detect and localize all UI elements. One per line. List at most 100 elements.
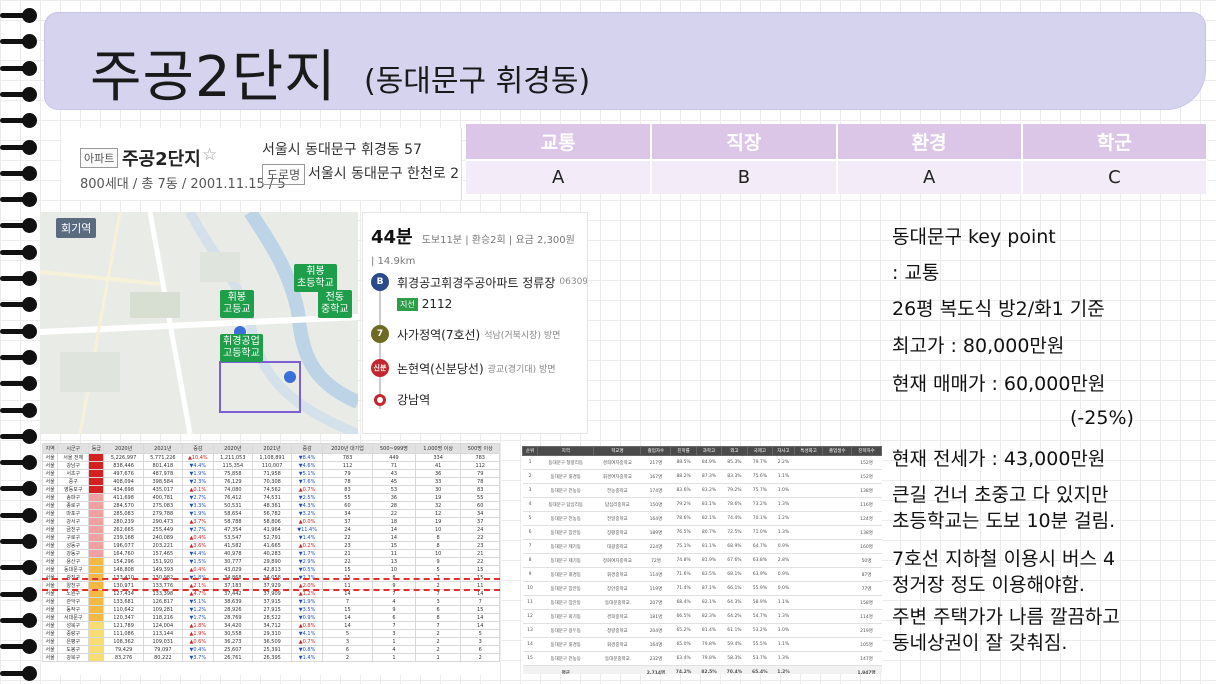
district-employment-table: 지역 시군구 등급 2020년 2021년 증감 2020년 2021년 증감 2020년 대기업… (42, 443, 500, 675)
table-cell: 497,676 (103, 469, 144, 478)
favorite-star-icon[interactable]: ☆ (202, 145, 217, 165)
table-cell: 41,665 (251, 541, 293, 550)
grade-value-work: B (651, 159, 838, 194)
table-cell: 116명 (851, 497, 882, 512)
table-cell: 24 (460, 525, 500, 534)
area-map[interactable]: 회기역 휘봉 초등학교 휘봉 고등교 전동 중학교 휘경공업 고등학교 (40, 212, 358, 434)
table-cell: 30 (414, 485, 462, 494)
table-cell: 관악구 (57, 597, 90, 606)
table-cell: 동대문중학교 (593, 651, 641, 666)
table-cell: 강서구 (57, 517, 90, 526)
table-cell: 0.9% (772, 539, 795, 554)
table-cell: 279,788 (142, 509, 183, 518)
table-cell: 72명 (640, 553, 671, 568)
table-cell (88, 557, 105, 566)
table-cell: 43 (372, 469, 416, 478)
route-step: 신분 논현역(신분당선) 광교(경기대) 방면 (371, 359, 556, 377)
table-cell: 74,562 (251, 485, 293, 494)
table-cell: 285,083 (103, 509, 144, 518)
binder-ring (0, 165, 40, 181)
table-cell: 207명 (640, 595, 671, 610)
table-cell (88, 501, 105, 510)
table-cell: 강남구 (57, 461, 90, 470)
table-cell: 12 (414, 509, 462, 518)
table-cell: 78 (460, 477, 500, 486)
table-row: 4 동대문구 답십리동 답십리중학교 150명 79.2% 83.1% 78.6% 73.2%… (522, 497, 882, 512)
binder-ring (0, 244, 40, 260)
apartment-name: 주공2단지 (122, 149, 201, 170)
destination-icon (374, 393, 386, 406)
table-cell: 서초구 (57, 469, 90, 478)
table-cell: 801,418 (142, 461, 183, 470)
table-cell: 55.9% (747, 581, 773, 596)
table-cell: 14 (321, 621, 374, 630)
table-cell: 71.4% (670, 581, 697, 596)
table-cell: 232명 (640, 651, 671, 666)
table-cell: 73.2% (747, 497, 773, 512)
table-header: 500명 이상 (460, 443, 500, 454)
table-cell: ▼1.9% (181, 509, 214, 518)
table-header: 과학고 (695, 446, 723, 456)
table-header: 자사고 (772, 446, 795, 456)
table-cell: 22 (460, 533, 500, 542)
table-cell: 7 (414, 621, 462, 630)
table-cell: 10 (414, 525, 462, 534)
route-step-label: 사가정역(7호선) (397, 327, 481, 342)
table-cell: 10 (522, 581, 538, 596)
table-cell (88, 485, 105, 494)
table-cell: 장안중학교 (593, 581, 641, 596)
table-row: 서울 종로구 284,570 275,083 ▼3.3% 50,531 48,361 ▼4.3… (42, 501, 500, 510)
table-cell: ▲0.6% (181, 637, 214, 646)
table-cell: 동대문구 제기동 (537, 539, 594, 554)
table-row: 서울 송파구 411,698 400,781 ▼2.7% 76,412 74,531 ▼2.5… (42, 493, 500, 502)
table-cell: 138명 (851, 525, 882, 540)
table-cell: 평균 (537, 665, 594, 674)
table-cell: 서울 (42, 549, 59, 558)
table-cell: ▲0.1% (181, 485, 214, 494)
binder-ring (0, 271, 40, 286)
table-cell: 36 (414, 469, 462, 478)
table-total-row: 평균 2,714명 74.2% 82.5% 70.4% 65.4% 1.2% 1,947명 (522, 665, 882, 674)
bus-number: 2112 (421, 297, 453, 311)
table-cell: 동대문구 청량리동 (537, 455, 594, 470)
table-cell: 28 (372, 501, 416, 510)
table-cell: 290,473 (142, 517, 183, 526)
table-cell: 1 (414, 653, 462, 662)
route-step: B 휘경공고휘경주공아파트 정류장 06309 (371, 273, 587, 291)
table-cell: 34 (321, 509, 374, 518)
table-cell: 71,958 (251, 469, 293, 478)
table-cell: 52,791 (251, 533, 293, 542)
table-cell: 휘경여자중학교 (593, 469, 641, 484)
table-cell: 149,393 (142, 565, 183, 574)
highlight-dash-line (42, 578, 500, 580)
table-cell: ▲0.7% (291, 485, 323, 494)
note-line: 주변 주택가가 나름 깔끔하고 (892, 606, 1120, 628)
table-cell: 23 (460, 541, 500, 550)
table-cell: 경희여자중학교 (593, 455, 641, 470)
table-cell: 서울 (42, 501, 59, 510)
table-cell: 동대문구 전농동 (537, 651, 594, 666)
table-header: 졸업자수 (640, 446, 672, 456)
table-cell: 2 (321, 653, 374, 662)
table-cell: 5,226,997 (103, 453, 144, 462)
bus-icon: B (371, 273, 389, 291)
binder-ring (0, 218, 40, 234)
table-cell: 27,915 (251, 605, 293, 614)
table-cell: 5 (414, 565, 462, 574)
table-cell: 동대문구 휘경동 (537, 469, 594, 484)
table-cell: 63.4% (670, 651, 697, 666)
table-cell: 181명 (640, 609, 671, 624)
table-cell: 487,978 (142, 469, 183, 478)
table-row: 서울 도봉구 79,429 79,097 ▼0.4% 25,607 25,391 ▼0.8% 6… (42, 645, 500, 654)
table-cell: 강동구 (57, 549, 90, 558)
binder-ring (0, 507, 40, 523)
table-row: 서울 용산구 154,296 151,920 ▼1.5% 30,777 29,890 ▼2.9… (42, 557, 500, 566)
table-cell: 60 (321, 501, 374, 510)
table-cell: 64.7% (747, 539, 773, 554)
note-line: 26평 복도식 방2/화1 기준 (892, 298, 1105, 320)
route-step-note: 석남(거북시장) 방면 (484, 330, 561, 341)
table-cell: 10 (414, 549, 462, 558)
map-place-label: 휘경공업 고등학교 (220, 334, 263, 362)
table-cell: 1.3% (772, 609, 795, 624)
table-cell (822, 595, 852, 610)
